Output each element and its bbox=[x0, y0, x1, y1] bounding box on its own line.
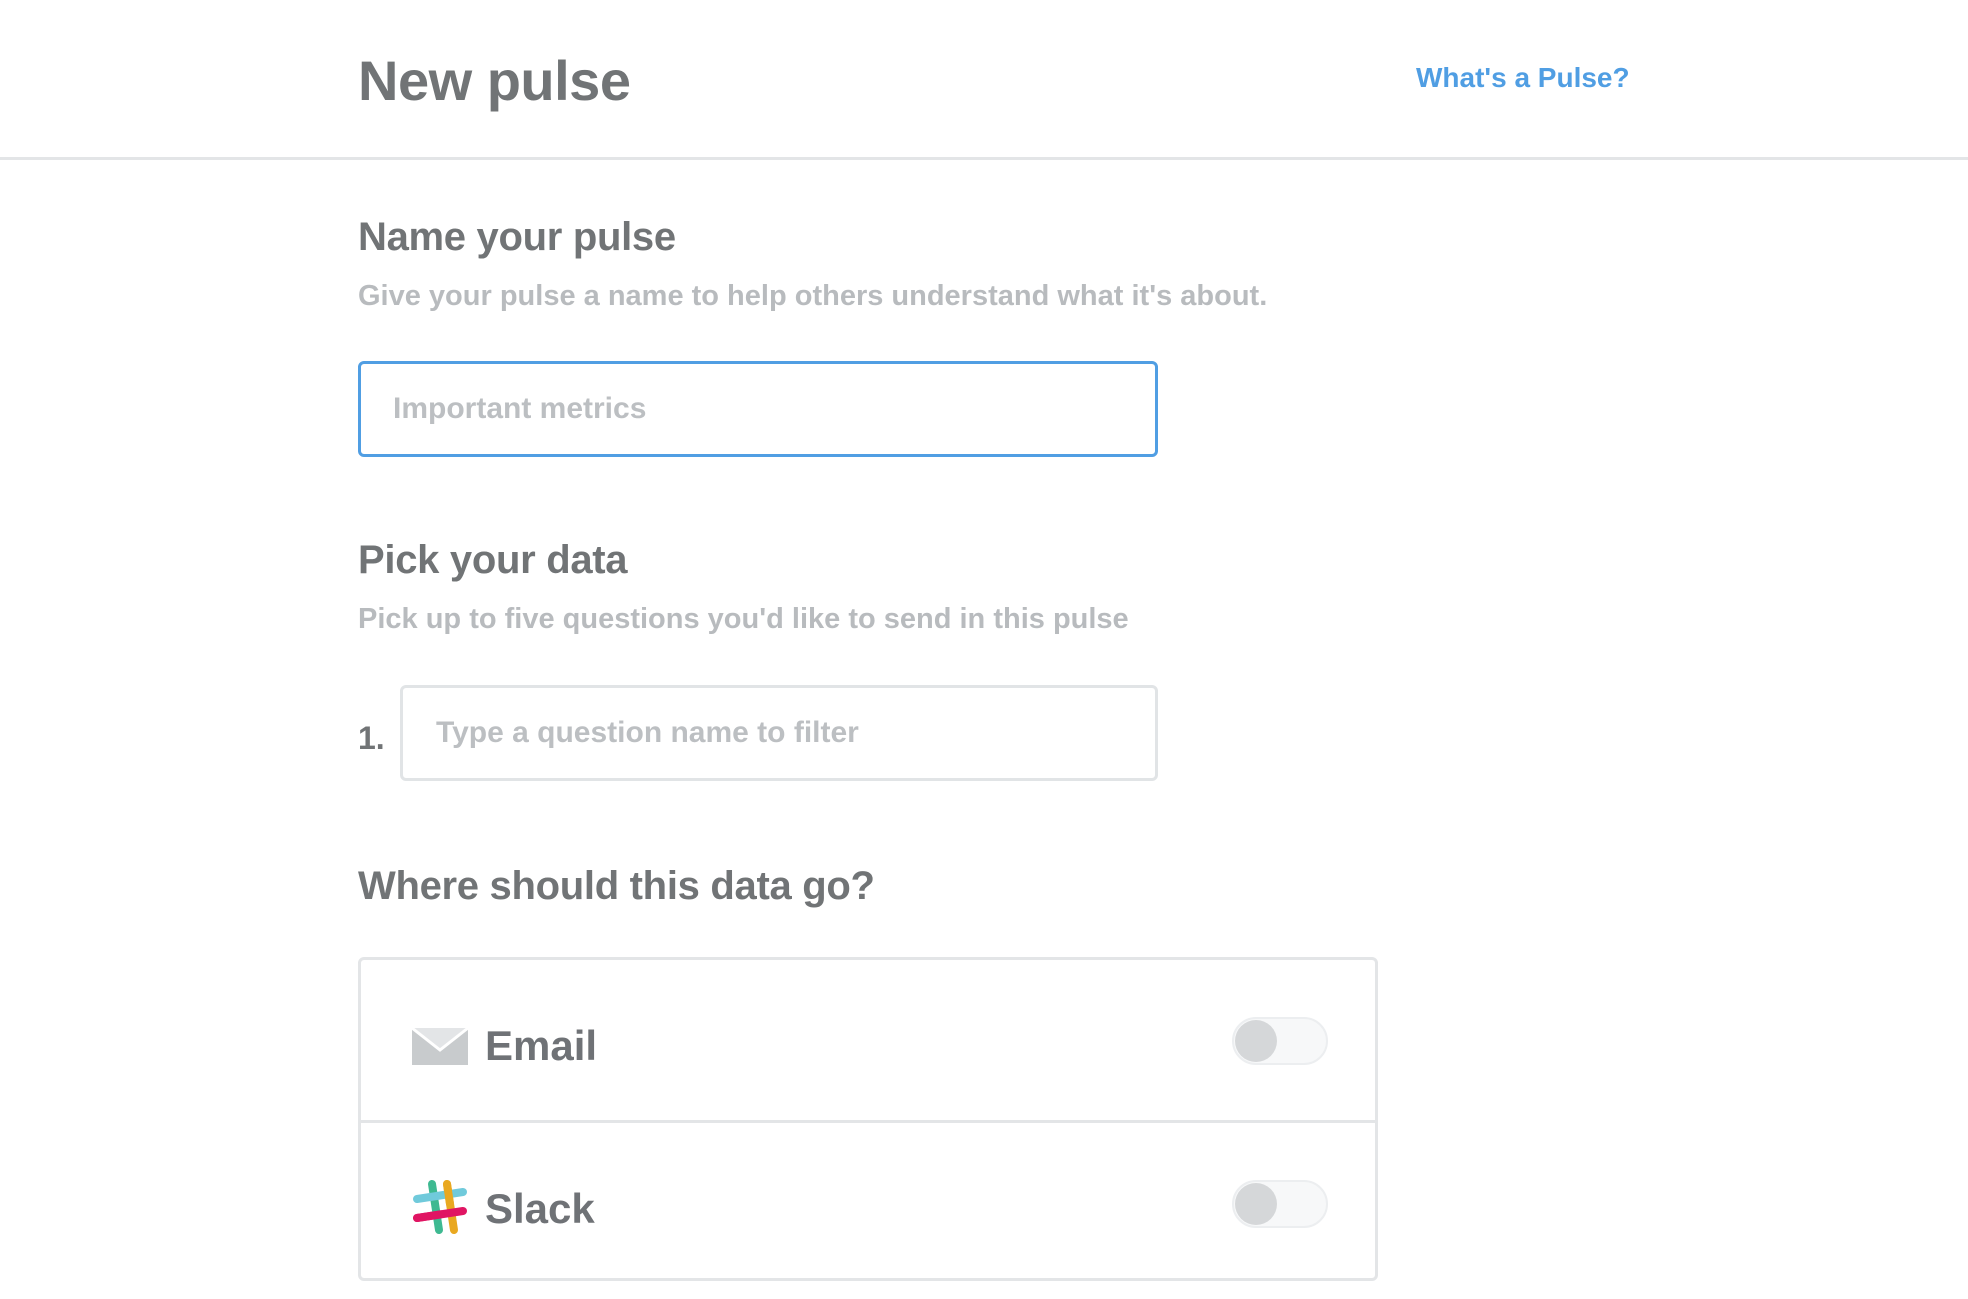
question-item-number: 1. bbox=[358, 720, 385, 756]
channel-row-email: Email bbox=[361, 960, 1375, 1123]
envelope-icon bbox=[411, 1015, 469, 1073]
pulse-name-input[interactable] bbox=[358, 361, 1158, 457]
toggle-knob bbox=[1235, 1183, 1277, 1225]
data-section-description: Pick up to five questions you'd like to … bbox=[358, 603, 1129, 635]
channels-card: Email Slack bbox=[358, 957, 1378, 1281]
toggle-knob bbox=[1235, 1020, 1277, 1062]
destination-section-title: Where should this data go? bbox=[358, 864, 875, 908]
name-section-title: Name your pulse bbox=[358, 215, 676, 259]
whats-a-pulse-link[interactable]: What's a Pulse? bbox=[1416, 60, 1630, 96]
channel-label-email: Email bbox=[485, 1022, 598, 1069]
page-title: New pulse bbox=[358, 49, 631, 112]
channel-row-slack: Slack bbox=[361, 1123, 1375, 1283]
name-section-description: Give your pulse a name to help others un… bbox=[358, 280, 1268, 312]
question-filter-input[interactable] bbox=[400, 685, 1158, 781]
data-section-title: Pick your data bbox=[358, 538, 628, 582]
channel-label-slack: Slack bbox=[485, 1185, 595, 1232]
slack-logo-icon bbox=[411, 1178, 469, 1236]
page-header: New pulse What's a Pulse? bbox=[0, 0, 1968, 160]
email-toggle[interactable] bbox=[1232, 1017, 1328, 1065]
slack-toggle[interactable] bbox=[1232, 1180, 1328, 1228]
